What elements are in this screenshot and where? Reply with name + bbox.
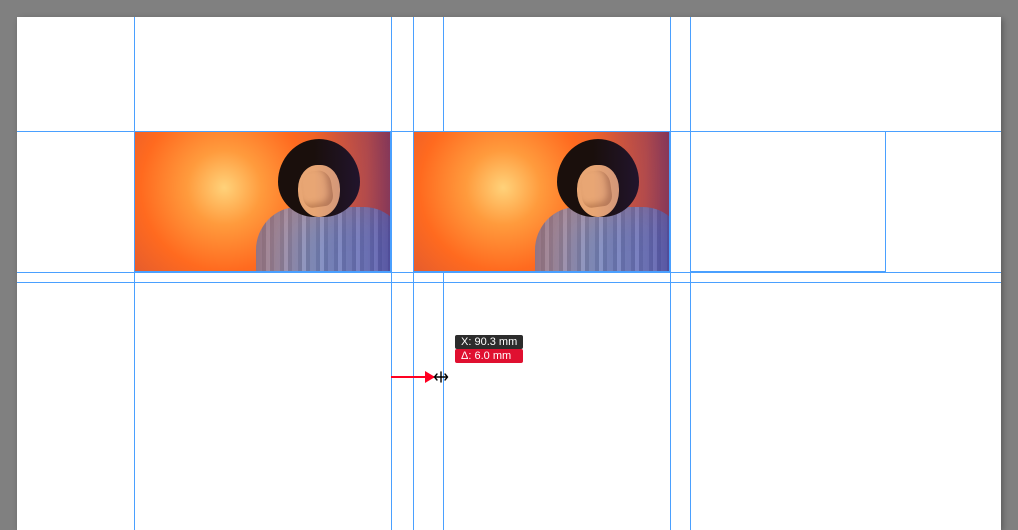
guide-horizontal[interactable] [17, 272, 1001, 273]
tooltip-delta-label: Δ: [461, 349, 471, 363]
tooltip-x-value: 90.3 mm [474, 335, 517, 349]
tooltip-x-label: X: [461, 335, 471, 349]
image-frame-left[interactable] [134, 131, 391, 272]
image-frame-right[interactable] [413, 131, 670, 272]
annotation-arrow [391, 376, 434, 378]
document-page[interactable]: X: 90.3 mm Δ: 6.0 mm [17, 17, 1001, 530]
tooltip-delta-value: 6.0 mm [474, 349, 511, 363]
empty-frame-right[interactable] [690, 131, 886, 272]
guide-vertical[interactable] [391, 17, 392, 530]
guide-vertical[interactable] [413, 17, 414, 530]
placed-image [414, 132, 669, 271]
guide-vertical-active[interactable] [443, 17, 444, 530]
guide-vertical[interactable] [134, 17, 135, 530]
guide-horizontal[interactable] [17, 282, 1001, 283]
placed-image [135, 132, 390, 271]
move-guide-cursor-icon [433, 369, 449, 385]
guide-vertical[interactable] [670, 17, 671, 530]
guide-vertical[interactable] [690, 17, 691, 530]
guide-position-tooltip: X: 90.3 mm Δ: 6.0 mm [455, 335, 523, 363]
